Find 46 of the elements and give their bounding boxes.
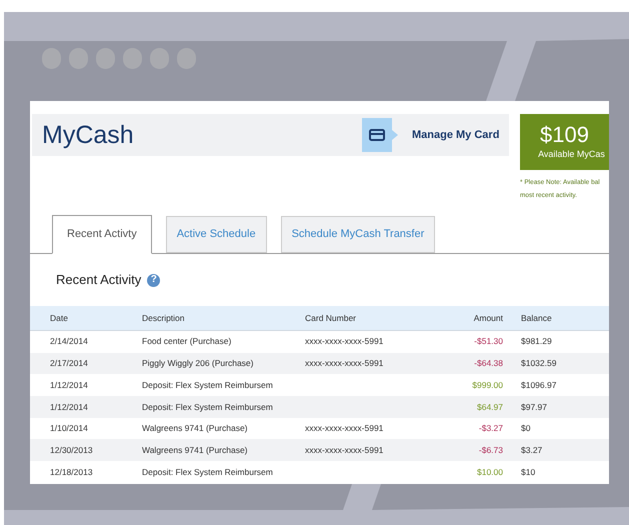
table-cell-text: Deposit: Flex System Reimbursem xyxy=(142,466,274,478)
table-cell-text: 1/12/2014 xyxy=(49,400,89,414)
table-cell-text: 12/18/2013 xyxy=(49,466,94,478)
tab[interactable]: Active Schedule xyxy=(166,216,267,253)
table-cell-text: $1096.97 xyxy=(520,378,558,392)
balance-label: Available MyCas xyxy=(537,148,605,161)
table-cell-text: xxxx-xxxx-xxxx-5991 xyxy=(305,422,384,435)
table-cell-text: xxxx-xxxx-xxxx-5991 xyxy=(305,357,384,370)
column-header: Card Number xyxy=(305,312,358,324)
amount-cell-text: -$3.27 xyxy=(478,422,503,435)
table-cell-text: 12/30/2013 xyxy=(49,444,94,457)
table-cell-text: Walgreens 9741 (Purchase) xyxy=(142,444,249,457)
column-header: Description xyxy=(142,312,186,324)
column-header: Amount xyxy=(472,312,503,324)
manage-card-link[interactable]: Manage My Card xyxy=(362,118,500,152)
table-cell-text: 2/14/2014 xyxy=(49,335,89,348)
balance-amount: $109 xyxy=(540,124,589,146)
table-cell-text: $10 xyxy=(520,466,536,478)
table-cell-text: xxxx-xxxx-xxxx-5991 xyxy=(305,335,384,348)
table-cell-text: 1/10/2014 xyxy=(49,422,89,435)
amount-cell-text: -$64.38 xyxy=(473,357,503,370)
section-title: Recent Activity xyxy=(56,271,142,290)
column-header: Balance xyxy=(520,312,553,324)
table-cell-text: 1/12/2014 xyxy=(49,378,89,392)
amount-cell-text: $10.00 xyxy=(476,466,503,478)
page-title: MyCash xyxy=(42,122,134,148)
table-cell-text: $3.27 xyxy=(520,444,544,457)
table-cell-text: Food center (Purchase) xyxy=(142,335,232,348)
table-cell-text: xxxx-xxxx-xxxx-5991 xyxy=(305,444,384,457)
tab[interactable]: Schedule MyCash Transfer xyxy=(280,216,436,253)
amount-cell-text: -$51.30 xyxy=(473,335,503,348)
amount-cell-text: $999.00 xyxy=(471,378,503,392)
table-cell-text: $1032.59 xyxy=(520,357,558,370)
table-cell-text: $97.97 xyxy=(520,400,548,414)
table-cell-text: 2/17/2014 xyxy=(49,357,89,370)
table-cell-text: Deposit: Flex System Reimbursem xyxy=(142,378,274,392)
amount-cell-text: $64.97 xyxy=(476,400,503,414)
column-header: Date xyxy=(49,312,69,324)
tab[interactable]: Recent Activty xyxy=(52,215,152,254)
table-cell-text: Walgreens 9741 (Purchase) xyxy=(142,422,249,435)
table-cell-text: Piggly Wiggly 206 (Purchase) xyxy=(142,357,254,370)
table-cell-text: Deposit: Flex System Reimbursem xyxy=(142,400,274,414)
table-cell-text: $0 xyxy=(520,422,532,435)
table-cell-text: $981.29 xyxy=(520,335,553,348)
amount-cell-text: -$6.73 xyxy=(478,444,503,457)
help-icon[interactable]: ? xyxy=(147,274,160,286)
